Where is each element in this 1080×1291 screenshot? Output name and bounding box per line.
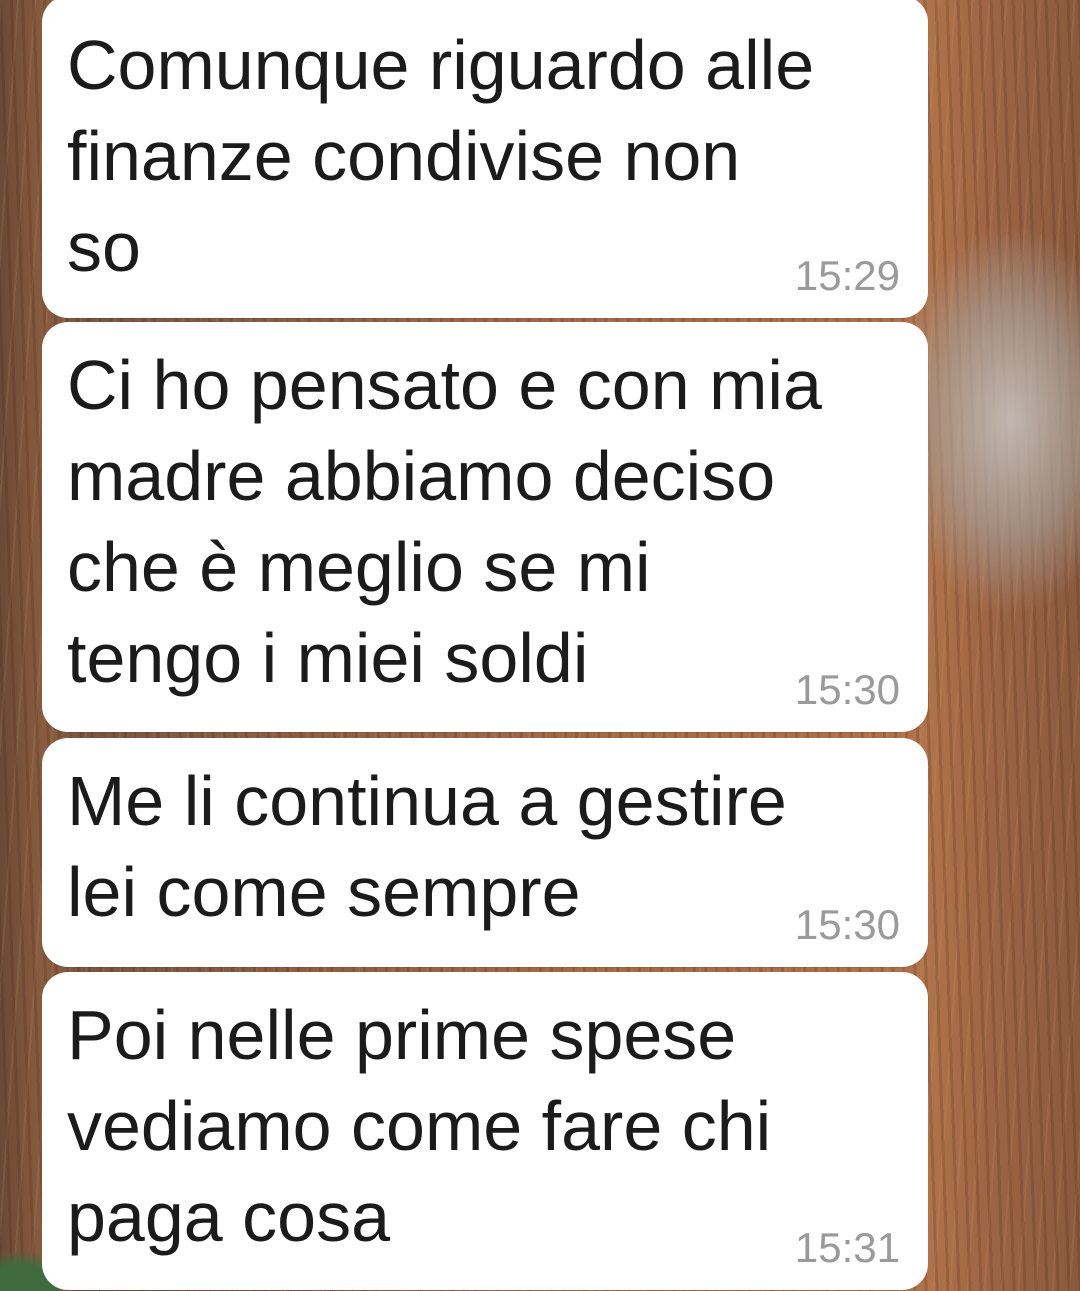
message-text: Me li continua a gestire lei come sempre xyxy=(67,762,787,931)
chat-message-list[interactable]: Comunque riguardo alle finanze condivise… xyxy=(0,0,1080,1291)
message-text: Poi nelle prime spese vediamo come fare … xyxy=(67,996,772,1256)
message-timestamp: 15:30 xyxy=(794,666,900,713)
message-text: Ci ho pensato e con mia madre abbiamo de… xyxy=(67,346,822,697)
message-bubble[interactable]: Comunque riguardo alle finanze condivise… xyxy=(42,0,928,318)
message-text: Comunque riguardo alle finanze condivise… xyxy=(67,26,815,286)
message-timestamp: 15:30 xyxy=(794,901,900,948)
message-timestamp: 15:31 xyxy=(794,1224,900,1271)
message-bubble[interactable]: Me li continua a gestire lei come sempre… xyxy=(42,738,928,967)
message-bubble[interactable]: Poi nelle prime spese vediamo come fare … xyxy=(42,972,928,1290)
message-bubble[interactable]: Ci ho pensato e con mia madre abbiamo de… xyxy=(42,322,928,732)
message-timestamp: 15:29 xyxy=(794,252,900,299)
